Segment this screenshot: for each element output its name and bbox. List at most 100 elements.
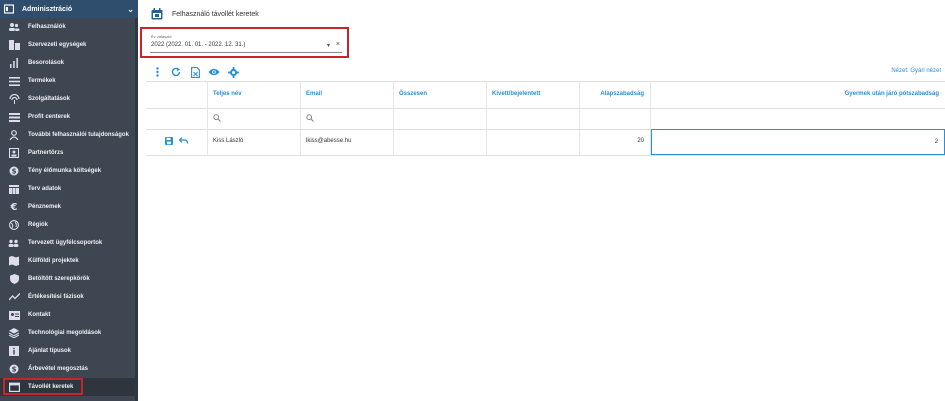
filter-cell-email[interactable] — [301, 107, 394, 129]
globe-icon — [8, 219, 20, 231]
row-actions — [146, 129, 208, 155]
sidebar-item-label: Tény élőmunka költségek — [28, 168, 102, 174]
view-link[interactable]: Nézet: Gyári nézet — [891, 68, 941, 74]
sidebar-item-label: Külföldi projektek — [28, 258, 79, 264]
more-vert-icon[interactable] — [149, 66, 165, 78]
year-select[interactable]: Év választó 2022 (2022. 01. 01. - 2022. … — [150, 34, 342, 53]
year-select-label: Év választó — [151, 34, 172, 39]
sidebar-item-label: Távollét keretek — [28, 384, 74, 390]
revenue-icon: $ — [8, 363, 20, 375]
main-content: Felhasználó távollét keretek Nézet: Gyár… — [145, 0, 945, 401]
sidebar-item-betoltott-szerepkorok[interactable]: Betöltött szerepkörök — [0, 270, 138, 288]
refresh-icon[interactable] — [168, 66, 184, 78]
year-select-value[interactable]: 2022 (2022. 01. 01. - 2022. 12. 31.) — [151, 42, 245, 48]
filter-cell-base[interactable] — [580, 107, 651, 129]
sidebar-item-teny-elomunka[interactable]: $ Tény élőmunka költségek — [0, 162, 138, 180]
filter-cell-total[interactable] — [394, 107, 487, 129]
dollar-icon: $ — [8, 165, 20, 177]
cell-child-leave[interactable]: 2 — [651, 129, 945, 155]
page-header: Felhasználó távollét keretek — [151, 8, 259, 20]
export-icon[interactable] — [187, 66, 203, 78]
sidebar: Adminisztráció ⌄ Felhasználók Szervezeti… — [0, 0, 138, 401]
sidebar-header-title: Adminisztráció — [22, 5, 73, 13]
save-icon[interactable] — [165, 137, 173, 155]
svg-text:$: $ — [12, 366, 17, 374]
sidebar-item-tovabbi-felhasznaloi[interactable]: További felhasználói tulajdonságok — [0, 126, 138, 144]
sidebar-item-label: Partnertörzs — [28, 150, 64, 156]
sidebar-item-kulfoldi-projektek[interactable]: Külföldi projektek — [0, 252, 138, 270]
table-icon — [8, 183, 20, 195]
euro-icon: € — [10, 201, 18, 213]
sidebar-item-label: Ajánlat típusok — [28, 348, 72, 354]
profit-center-icon — [8, 111, 20, 123]
sidebar-item-szolgaltatasok[interactable]: Szolgáltatások — [0, 90, 138, 108]
eye-icon[interactable] — [206, 66, 222, 78]
sidebar-item-label: Tervezett ügyfélcsoportok — [28, 240, 103, 246]
shield-icon — [8, 273, 20, 285]
year-filter-highlight: Év választó 2022 (2022. 01. 01. - 2022. … — [140, 27, 349, 58]
header-name[interactable]: Teljes név — [208, 82, 301, 108]
sidebar-item-label: További felhasználói tulajdonságok — [28, 132, 129, 138]
table-row: Kiss László lkiss@abesse.hu 20 2 — [146, 129, 945, 156]
sidebar-item-besorolasok[interactable]: Besorolások — [0, 54, 138, 72]
users-icon — [8, 21, 20, 33]
filter-cell-name[interactable] — [208, 107, 301, 129]
sidebar-item-technologiai-megoldasok[interactable]: Technológiai megoldások — [0, 324, 138, 342]
svg-text:$: $ — [12, 168, 17, 176]
sidebar-item-label: Pénznemek — [28, 204, 62, 210]
sidebar-item-felhasznalok[interactable]: Felhasználók — [0, 18, 138, 36]
cell-taken[interactable] — [487, 129, 580, 155]
search-icon — [306, 114, 314, 122]
sidebar-item-ertekesitesi-fazisok[interactable]: Értékesítési fázisok — [0, 288, 138, 306]
sidebar-item-regiok[interactable]: Régiók — [0, 216, 138, 234]
sidebar-item-termekek[interactable]: Termékek — [0, 72, 138, 90]
sidebar-item-label: Profit centerek — [28, 114, 71, 120]
header-base-leave[interactable]: Alapszabadság — [580, 82, 651, 108]
calendar-icon — [151, 8, 163, 20]
cell-total[interactable] — [394, 129, 487, 155]
partner-icon — [8, 147, 20, 159]
cell-base-leave[interactable]: 20 — [580, 129, 651, 155]
sidebar-item-tervezett-ugyfelcsoportok[interactable]: Tervezett ügyfélcsoportok — [0, 234, 138, 252]
clear-icon[interactable]: × — [336, 41, 340, 48]
sidebar-scrollbar[interactable] — [135, 18, 138, 401]
sidebar-item-kontakt[interactable]: Kontakt — [0, 306, 138, 324]
sidebar-item-label: Régiók — [28, 222, 49, 228]
sidebar-item-label: Betöltött szerepkörök — [28, 276, 90, 282]
layers-icon — [8, 327, 20, 339]
sidebar-item-partnertorzs[interactable]: Partnertörzs — [0, 144, 138, 162]
header-total[interactable]: Összesen — [394, 82, 487, 108]
grid-filter-row — [146, 107, 945, 130]
filter-cell-taken[interactable] — [487, 107, 580, 129]
sidebar-header[interactable]: Adminisztráció ⌄ — [0, 0, 138, 18]
list-icon — [8, 75, 20, 87]
search-icon — [213, 114, 221, 122]
filter-cell-child[interactable] — [651, 107, 945, 129]
map-icon — [8, 255, 20, 267]
undo-icon[interactable] — [178, 137, 189, 155]
header-taken[interactable]: Kivett/bejelentett — [487, 82, 580, 108]
sidebar-item-penznemek[interactable]: € Pénznemek — [0, 198, 138, 216]
sidebar-item-arbevetel-megosztas[interactable]: $ Árbevétel megosztás — [0, 360, 138, 378]
org-units-icon — [8, 39, 20, 51]
sidebar-item-label: Terv adatok — [28, 186, 62, 192]
chevron-down-icon[interactable]: ⌄ — [127, 5, 134, 14]
calendar-icon — [8, 381, 20, 393]
gear-icon[interactable] — [225, 66, 241, 78]
sidebar-item-ajanlat-tipusok[interactable]: Ajánlat típusok — [0, 342, 138, 360]
sidebar-item-szervezeti-egysegek[interactable]: Szervezeti egységek — [0, 36, 138, 54]
sidebar-item-profit-centerek[interactable]: Profit centerek — [0, 108, 138, 126]
sidebar-item-label: Szolgáltatások — [28, 96, 71, 102]
cell-name[interactable]: Kiss László — [208, 129, 301, 155]
filter-cell-actions — [146, 107, 208, 129]
header-email[interactable]: Email — [301, 82, 394, 108]
admin-icon — [4, 4, 14, 14]
info-icon — [8, 345, 20, 357]
cell-email[interactable]: lkiss@abesse.hu — [301, 129, 394, 155]
dropdown-caret-icon[interactable]: ▾ — [327, 42, 330, 49]
sidebar-item-label: Besorolások — [28, 60, 65, 66]
trend-icon — [8, 291, 20, 303]
sidebar-item-terv-adatok[interactable]: Terv adatok — [0, 180, 138, 198]
header-child-leave[interactable]: Gyermek után járó pótszabadság — [651, 82, 945, 108]
sidebar-item-tavollet-keretek[interactable]: Távollét keretek — [0, 378, 138, 396]
